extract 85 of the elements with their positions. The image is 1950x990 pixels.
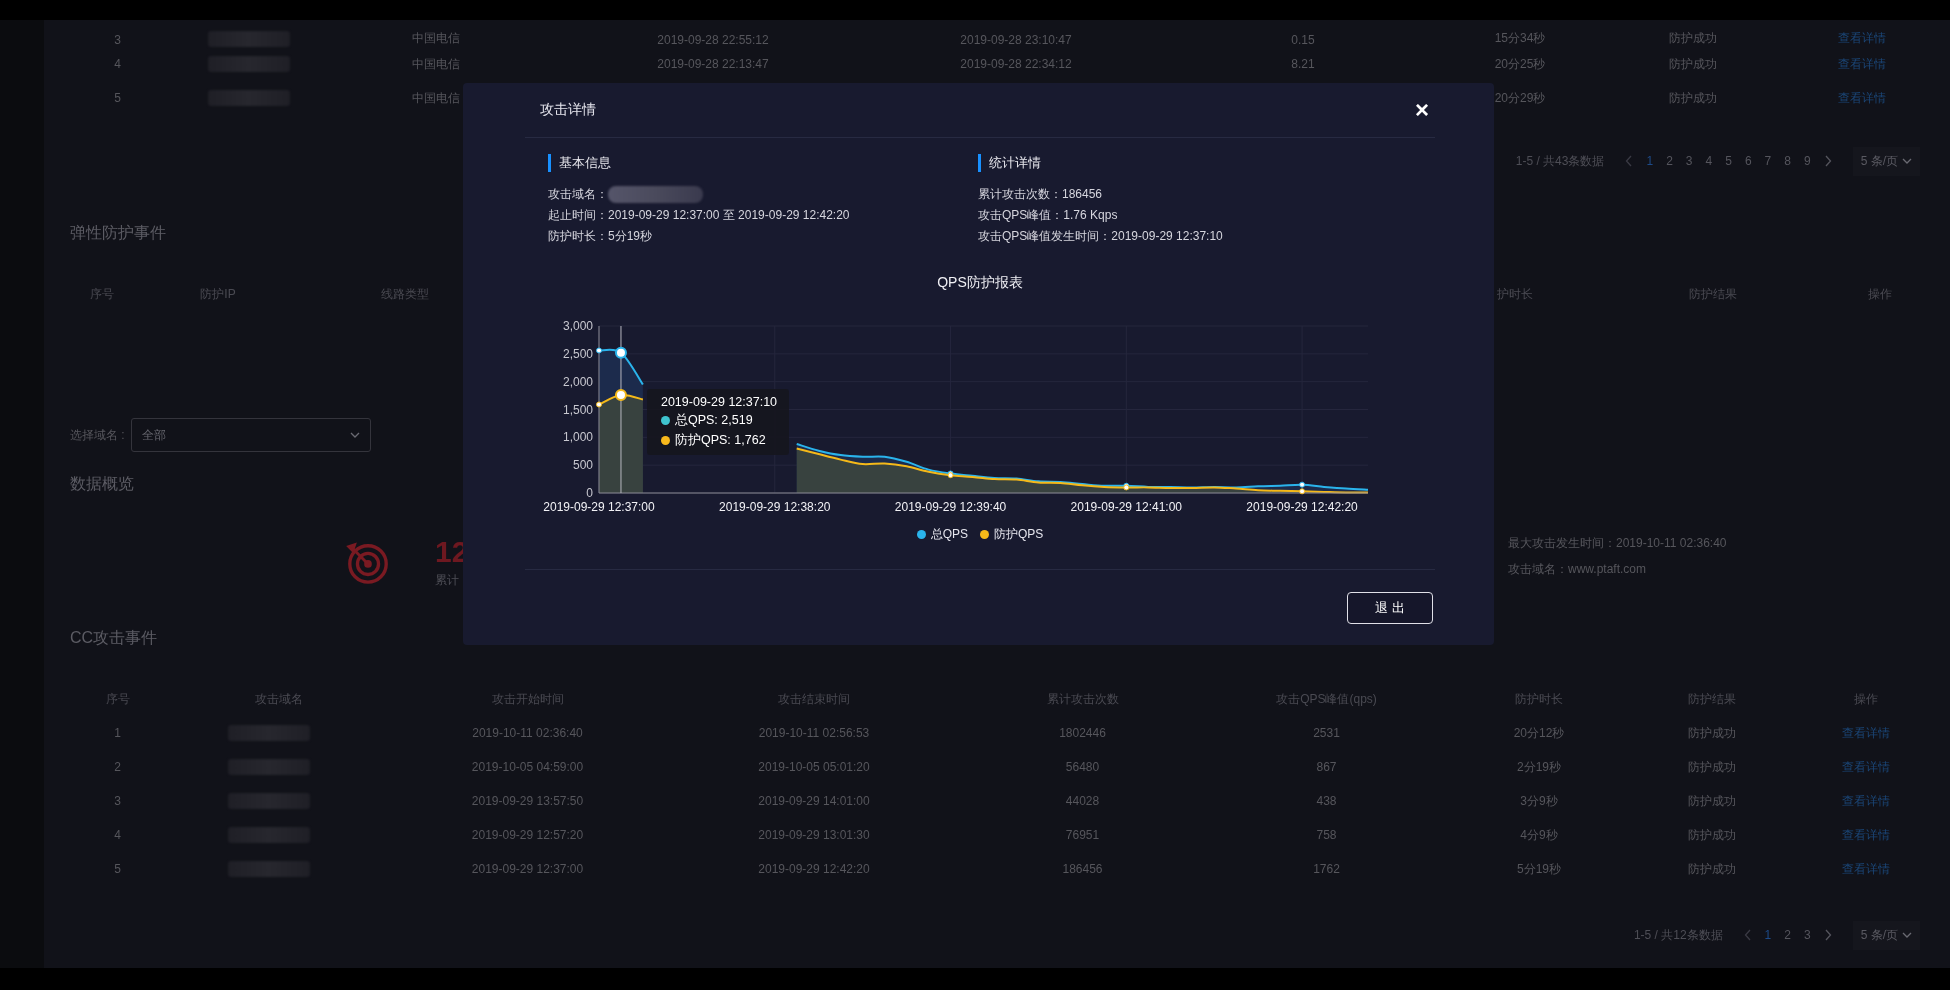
info-text: 攻击QPS峰值发生时间：2019-09-29 12:37:10 [978,228,1223,245]
table-cell: 2019-09-28 22:34:12 [960,57,1072,71]
table-cell: 2分19秒 [1517,758,1561,776]
table-cell: 4分9秒 [1520,826,1558,844]
table-cell: 防护成功 [1688,826,1736,844]
table-cell: 防护成功 [1688,758,1736,776]
table-cell: 15分34秒 [1494,30,1546,47]
table-cell: 76951 [1065,828,1100,842]
table-cell: 中国电信 [412,55,460,73]
tooltip-text: 总QPS: 2,519 [674,412,753,429]
table-cell: 中国电信 [412,89,460,107]
section-title: CC攻击事件 [70,628,158,648]
chart-title: QPS防护报表 [937,273,1023,291]
dialog-title: 攻击详情 [540,101,596,119]
table-cell: 防护成功 [1688,792,1736,810]
y-tick-label: 0 [586,486,593,500]
x-tick-label: 2019-09-29 12:42:20 [1246,500,1358,514]
filter-label: 选择域名 : [70,426,125,444]
table-cell: 防护成功 [1688,860,1736,878]
section-heading: 基本信息 [548,154,611,172]
table-cell: 1 [114,726,121,740]
section-heading: 统计详情 [978,154,1041,172]
y-tick-label: 1,000 [562,430,593,445]
x-tick-label: 2019-09-29 12:38:20 [719,500,831,514]
table-cell: 2531 [1313,726,1340,740]
table-cell: 2019-09-29 12:37:00 [471,862,584,876]
x-tick-label: 2019-09-29 12:41:00 [1070,500,1183,514]
table-cell: 20分29秒 [1494,89,1546,107]
table-cell: 2019-10-05 05:01:20 [758,760,870,774]
tooltip-title: 2019-09-29 12:37:10 [660,395,778,409]
stat-label: 累计 [435,571,460,589]
x-tick-label: 2019-09-29 12:39:40 [894,500,1007,514]
table-cell: 5分19秒 [1517,860,1561,878]
table-cell: 防护成功 [1669,89,1717,107]
tooltip-text: 防护QPS: 1,762 [674,432,766,449]
table-cell: 2 [114,760,121,774]
y-tick-label: 3,000 [562,319,593,333]
table-cell: 1802446 [1059,726,1106,740]
info-text: 攻击QPS峰值：1.76 Kqps [978,207,1118,224]
table-cell: 3 [114,794,121,808]
table-cell: 4 [114,57,121,71]
info-label: 攻击域名： [548,186,608,203]
table-cell: 0.15 [1291,33,1315,47]
section-title: 数据概览 [70,474,134,494]
table-cell: 中国电信 [412,30,460,47]
table-cell: 20分25秒 [1494,55,1546,73]
table-cell: 3分9秒 [1520,792,1558,810]
table-cell: 56480 [1065,760,1100,774]
table-cell: 2019-10-11 02:56:53 [758,726,870,740]
info-text: 防护时长：5分19秒 [548,228,653,245]
table-cell: 2019-09-28 23:10:47 [960,33,1072,47]
table-cell: 3 [114,33,121,47]
y-tick-label: 500 [572,458,593,473]
y-tick-label: 1,500 [562,402,593,417]
table-cell: 867 [1316,760,1337,774]
table-cell: 186456 [1062,862,1103,876]
table-cell: 防护成功 [1669,30,1717,47]
x-tick-label: 2019-09-29 12:37:00 [543,500,655,514]
table-cell: 2019-09-29 13:01:30 [758,828,870,842]
max-attack-time: 最大攻击发生时间：2019-10-11 02:36:40 [1508,534,1728,552]
table-cell: 防护成功 [1688,724,1736,742]
table-cell: 2019-09-29 12:57:20 [471,828,584,842]
table-cell: 2019-09-29 13:57:50 [471,794,584,808]
table-cell: 2019-10-11 02:36:40 [472,726,583,740]
table-cell: 2019-09-28 22:13:47 [657,57,769,71]
table-cell: 44028 [1065,794,1100,808]
info-text: 累计攻击次数：186456 [978,186,1103,203]
table-cell: 5 [114,862,121,876]
attack-domain: 攻击域名：www.ptaft.com [1508,560,1648,578]
section-title: 弹性防护事件 [70,223,166,243]
table-cell: 4 [114,828,121,842]
y-tick-label: 2,000 [562,374,593,389]
info-text: 起止时间：2019-09-29 12:37:00 至 2019-09-29 12:42:20 [548,207,850,224]
y-tick-label: 2,500 [562,346,593,361]
table-cell: 5 [114,91,121,105]
table-cell: 438 [1316,794,1337,808]
table-cell: 2019-10-05 04:59:00 [471,760,584,774]
table-cell: 8.21 [1291,57,1315,71]
table-cell: 20分12秒 [1513,724,1565,742]
table-cell: 防护成功 [1669,55,1717,73]
table-cell: 2019-09-29 14:01:00 [758,794,870,808]
table-cell: 758 [1316,828,1337,842]
table-cell: 2019-09-29 12:42:20 [758,862,870,876]
table-cell: 1762 [1313,862,1340,876]
table-cell: 2019-09-28 22:55:12 [657,33,769,47]
